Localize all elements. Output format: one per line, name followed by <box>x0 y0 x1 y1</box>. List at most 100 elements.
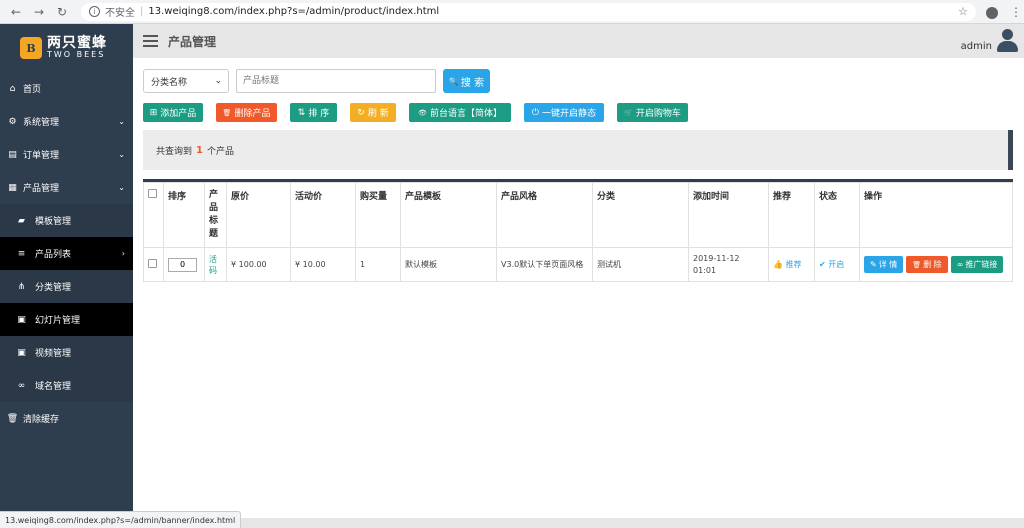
button-label: 推广链接 <box>965 260 998 270</box>
sidebar-item-product-list[interactable]: ≡ 产品列表 › <box>0 237 133 270</box>
status-toggle[interactable]: ✔ 开启 <box>814 247 860 283</box>
sidebar-item-label: 订单管理 <box>23 151 60 161</box>
trash-icon: 🗑 <box>222 108 232 117</box>
product-title-input[interactable] <box>236 69 436 93</box>
gear-icon: ⚙ <box>8 116 17 127</box>
category-select[interactable]: 分类名称 ⌄ <box>143 69 229 93</box>
chevron-down-icon: ⌄ <box>118 150 125 159</box>
search-button[interactable]: 🔍 搜 索 <box>443 69 490 93</box>
logo-subtitle: TWO BEES <box>47 50 106 60</box>
sort-button[interactable]: ⇅ 排 序 <box>290 103 337 122</box>
sidebar-item-label: 首页 <box>23 85 42 95</box>
frontend-language-button[interactable]: 👁 前台语言【简体】 <box>409 103 511 122</box>
insecure-label: 不安全 <box>105 8 135 19</box>
promo-link-button[interactable]: ∞ 推广链接 <box>950 256 1004 274</box>
enable-cart-button[interactable]: 🛒 开启购物车 <box>617 103 688 122</box>
category-select-value: 分类名称 <box>151 77 188 88</box>
button-label: 一键开启静态 <box>542 109 597 119</box>
price-cell: ¥ 100.00 <box>226 247 291 283</box>
sidebar-item-home[interactable]: ⌂ 首页 <box>0 72 133 105</box>
button-label: 开启购物车 <box>635 109 681 119</box>
recommend-toggle[interactable]: 👍 推荐 <box>768 247 815 283</box>
button-label: 删 除 <box>923 260 942 270</box>
result-summary: 共查询到 1 个产品 <box>143 130 1013 170</box>
add-product-button[interactable]: ⊞ 添加产品 <box>143 103 203 122</box>
button-label: 添加产品 <box>160 109 197 119</box>
search-button-label: 搜 索 <box>460 77 485 89</box>
category-cell: 测试机 <box>592 247 689 283</box>
sidebar: B 两只蜜蜂 TWO BEES ⌂ 首页 ⚙ 系统管理 ⌄ ▤ 订单管理 ⌄ ▦… <box>0 24 133 528</box>
forward-icon[interactable]: → <box>32 5 46 19</box>
back-icon[interactable]: ← <box>9 5 23 19</box>
url-separator: | <box>140 6 144 17</box>
account-icon[interactable] <box>986 6 998 19</box>
reload-icon[interactable]: ↻ <box>55 5 69 19</box>
detail-button[interactable]: ✎ 详 情 <box>864 256 904 274</box>
sitemap-icon: ⋔ <box>17 281 26 292</box>
link-icon: ∞ <box>956 260 964 270</box>
sidebar-item-label: 分类管理 <box>35 283 72 293</box>
sidebar-item-label: 产品管理 <box>23 184 60 194</box>
sidebar-item-slides[interactable]: ▣ 幻灯片管理 <box>0 303 133 336</box>
header: 产品管理 admin <box>133 24 1024 58</box>
address-bar[interactable]: i 不安全 | 13.weiqing8.com/index.php?s=/adm… <box>81 2 976 21</box>
col-style: 产品风格 <box>496 181 593 249</box>
bee-logo-icon: B <box>20 37 42 59</box>
link-icon: ∞ <box>17 380 26 391</box>
bookmark-star-icon[interactable]: ☆ <box>958 5 968 18</box>
product-title-link[interactable]: 活码 <box>204 247 227 283</box>
plus-square-icon: ⊞ <box>149 107 158 118</box>
chevron-down-icon: ⌄ <box>118 117 125 126</box>
user-avatar-icon[interactable] <box>996 29 1018 53</box>
col-template: 产品模板 <box>400 181 497 249</box>
table-header-row: 排序 产品标题 原价 活动价 购买量 产品模板 产品风格 分类 添加时间 推荐 … <box>143 181 1013 249</box>
sort-icon: ⇅ <box>297 107 306 118</box>
enable-static-button[interactable]: ⏻ 一键开启静态 <box>524 103 604 122</box>
hamburger-menu-icon[interactable] <box>143 35 158 47</box>
sidebar-item-orders[interactable]: ▤ 订单管理 ⌄ <box>0 138 133 171</box>
button-label: 排 序 <box>308 109 330 119</box>
col-operations: 操作 <box>859 181 1013 249</box>
sidebar-item-products[interactable]: ▦ 产品管理 ⌄ <box>0 171 133 204</box>
power-icon: ⏻ <box>531 107 540 118</box>
result-count: 1 <box>196 144 203 156</box>
sidebar-item-templates[interactable]: ▰ 模板管理 <box>0 204 133 237</box>
user-name[interactable]: admin <box>961 41 992 52</box>
image-icon: ▣ <box>17 314 26 325</box>
sidebar-item-videos[interactable]: ▣ 视频管理 <box>0 336 133 369</box>
search-icon: 🔍 <box>448 76 459 86</box>
folder-icon: ▰ <box>18 215 25 226</box>
col-sort: 排序 <box>163 181 205 249</box>
row-checkbox[interactable] <box>148 259 157 269</box>
select-all-checkbox[interactable] <box>148 189 157 198</box>
summary-suffix: 个产品 <box>206 146 234 157</box>
recommend-label: 推荐 <box>785 260 802 270</box>
menu-icon: ≡ <box>17 248 26 259</box>
info-icon[interactable]: i <box>89 6 100 17</box>
url-text: 13.weiqing8.com/index.php?s=/admin/produ… <box>148 6 440 17</box>
browser-toolbar: ← → ↻ i 不安全 | 13.weiqing8.com/index.php?… <box>0 0 1024 24</box>
video-icon: ▣ <box>17 347 26 358</box>
status-label: 开启 <box>828 260 845 270</box>
delete-product-button[interactable]: 🗑 删除产品 <box>216 103 277 122</box>
button-label: 详 情 <box>878 260 898 270</box>
sort-order-input[interactable] <box>168 257 197 272</box>
logo[interactable]: B 两只蜜蜂 TWO BEES <box>0 24 133 72</box>
chevron-down-icon: ⌄ <box>214 76 222 86</box>
list-icon: ▤ <box>8 149 17 160</box>
summary-prefix: 共查询到 <box>156 146 193 157</box>
sidebar-item-system[interactable]: ⚙ 系统管理 ⌄ <box>0 105 133 138</box>
eye-icon: 👁 <box>418 108 427 117</box>
grid-icon: ▦ <box>8 182 17 193</box>
browser-menu-icon[interactable]: ⋮ <box>1010 5 1022 19</box>
sidebar-item-domains[interactable]: ∞ 域名管理 <box>0 369 133 402</box>
page-title: 产品管理 <box>168 34 217 49</box>
refresh-button[interactable]: ↻ 刷 新 <box>350 103 396 122</box>
sidebar-item-label: 视频管理 <box>35 349 72 359</box>
sidebar-item-clear-cache[interactable]: 🗑 清除缓存 <box>0 402 133 435</box>
sidebar-item-label: 产品列表 <box>35 250 72 260</box>
button-label: 前台语言【简体】 <box>429 109 502 119</box>
sidebar-item-label: 幻灯片管理 <box>35 316 81 326</box>
sidebar-item-categories[interactable]: ⋔ 分类管理 <box>0 270 133 303</box>
delete-button[interactable]: 🗑 删 除 <box>906 256 948 274</box>
